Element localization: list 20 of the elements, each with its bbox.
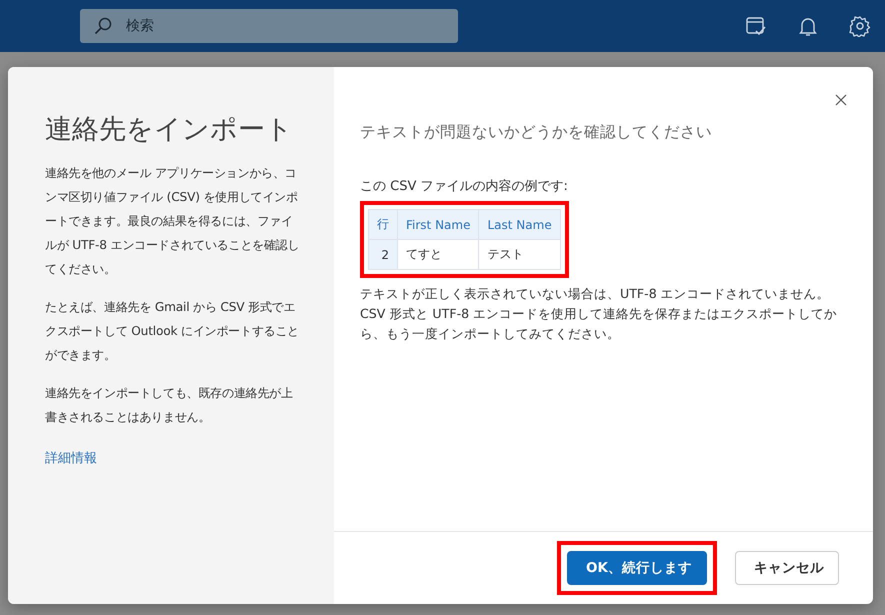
table-cell: 2 bbox=[368, 240, 398, 270]
ok-button[interactable]: OK、続行します bbox=[567, 551, 707, 585]
more-info-link[interactable]: 詳細情報 bbox=[45, 449, 97, 467]
description-text: たとえば、連絡先を Gmail から CSV 形式でエクスポートして Outlook にインポートすることができます。 bbox=[45, 299, 300, 364]
intro-text: この CSV ファイルの内容の例です: bbox=[360, 178, 569, 195]
settings-icon[interactable] bbox=[849, 15, 871, 37]
section-heading: テキストが問題ないかどうかを確認してください bbox=[360, 122, 713, 143]
table-cell: てすと bbox=[398, 240, 479, 270]
search-icon bbox=[94, 17, 112, 35]
cancel-button[interactable]: キャンセル bbox=[735, 551, 839, 585]
table-cell: テスト bbox=[478, 240, 560, 270]
search-field[interactable]: 検索 bbox=[80, 9, 458, 43]
column-header: Last Name bbox=[478, 210, 560, 240]
note-text: テキストが正しく表示されていない場合は、UTF-8 エンコードされていません。CSV 形式と UTF-8 エンコードを使用して連絡先を保存またはエクスポートしてから、もう一度インポートしてみてください。 bbox=[360, 285, 838, 343]
dialog-title: 連絡先をインポート bbox=[45, 113, 294, 147]
column-header: First Name bbox=[398, 210, 479, 240]
column-header: 行 bbox=[368, 210, 398, 240]
calendar-check-icon[interactable] bbox=[745, 15, 767, 37]
description-text: 連絡先をインポートしても、既存の連絡先が上書きされることはありません。 bbox=[45, 385, 294, 426]
description-text: 連絡先を他のメール アプリケーションから、コンマ区切り値ファイル (CSV) を使用してインポートできます。最良の結果を得るには、ファイルが UTF-8 エンコードされていることを確認してください。 bbox=[45, 165, 300, 278]
